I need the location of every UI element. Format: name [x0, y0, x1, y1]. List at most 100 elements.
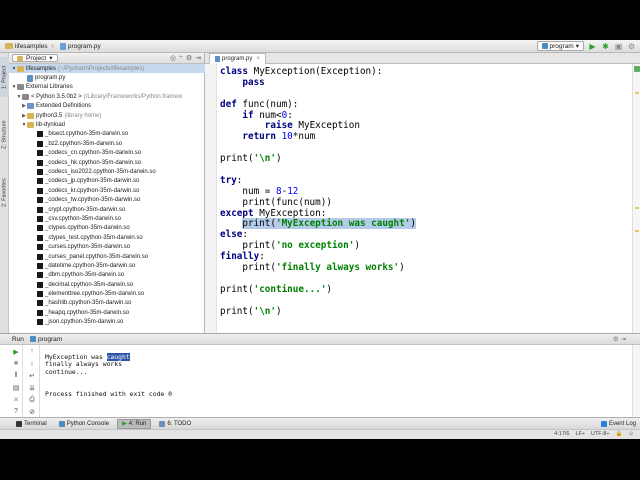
tree-item[interactable]: _datetime.cpython-35m-darwin.so	[9, 261, 205, 270]
python-console-icon	[58, 420, 65, 427]
settings-gear-icon[interactable]: ⚙	[627, 42, 636, 51]
event-log-label: Event Log	[608, 421, 636, 427]
so-icon	[37, 197, 43, 204]
tree-item[interactable]: _json.cpython-35m-darwin.so	[9, 318, 205, 327]
code-token: :	[259, 251, 265, 263]
tree-item[interactable]: _decimal.cpython-35m-darwin.so	[9, 280, 205, 289]
run-coverage-icon[interactable]: ▣	[614, 42, 623, 51]
console-output[interactable]: MyException was caught finally always wo…	[45, 353, 172, 398]
todo-button[interactable]: 6: TODO	[155, 419, 195, 429]
gear-icon[interactable]: ⚙ ⇥	[613, 335, 626, 343]
debug-bug-icon[interactable]: ✱	[601, 42, 610, 51]
tree-item[interactable]: _bz2.cpython-35m-darwin.so	[9, 139, 205, 148]
so-icon	[37, 159, 43, 166]
pycharm-window: lifesamples › program.py program ▾ ▶ ✱ ▣…	[0, 40, 640, 439]
tree-item-label: External Libraries	[26, 84, 73, 91]
line-separator[interactable]: LF÷	[575, 431, 584, 437]
python-console-button[interactable]: Python Console	[55, 419, 113, 429]
terminal-button[interactable]: Terminal	[12, 419, 51, 429]
editor-scrollbar[interactable]	[632, 64, 640, 333]
close-icon[interactable]: ×	[256, 56, 260, 62]
caret-position[interactable]: 4:17/6	[554, 431, 569, 437]
tree-item[interactable]: _codecs_jp.cpython-35m-darwin.so	[9, 177, 205, 186]
tree-item[interactable]: ▼ lifesamples (~/PycharmProjects/lifesampl…	[9, 64, 205, 74]
tab-project[interactable]: 1: Project	[0, 57, 9, 97]
down-arrow-icon[interactable]: ↓	[27, 359, 37, 368]
editor-tab-program[interactable]: program.py ×	[209, 53, 266, 64]
tree-item[interactable]: _ctypes.cpython-35m-darwin.so	[9, 224, 205, 233]
tree-item[interactable]: _dbm.cpython-35m-darwin.so	[9, 271, 205, 280]
code-token: '\n'	[253, 305, 276, 317]
inspector-icon[interactable]: ☺	[628, 431, 634, 437]
scrollbar-marker	[635, 230, 639, 232]
code-token: )	[399, 262, 405, 274]
tree-item[interactable]: _curses_panel.cpython-35m-darwin.so	[9, 252, 205, 261]
project-view-dropdown[interactable]: Project ▾	[12, 54, 58, 62]
run-configuration-dropdown[interactable]: program ▾	[536, 41, 584, 51]
console-scrollbar[interactable]	[632, 345, 640, 418]
tree-item[interactable]: program.py	[9, 73, 205, 82]
collapse-icon[interactable]: ÷	[179, 54, 183, 62]
tree-item[interactable]: _bisect.cpython-35m-darwin.so	[9, 130, 205, 139]
tab-favorites[interactable]: 2: Favorites	[0, 171, 9, 215]
tree-item[interactable]: _elementtree.cpython-35m-darwin.so	[9, 289, 205, 298]
tree-item-path: (~/PycharmProjects/lifesamples)	[58, 65, 145, 72]
so-icon	[37, 291, 43, 298]
tree-item[interactable]: _codecs_kr.cpython-35m-darwin.so	[9, 186, 205, 195]
so-icon	[37, 150, 43, 157]
run-button[interactable]: ▶ 4: Run	[117, 418, 152, 429]
tree-item[interactable]: _crypt.cpython-35m-darwin.so	[9, 205, 205, 214]
help-icon[interactable]: ?	[11, 407, 21, 416]
file-encoding[interactable]: UTF-8÷	[591, 431, 610, 437]
tree-item[interactable]: _curses.cpython-35m-darwin.so	[9, 242, 205, 251]
tree-item-label: lib-dynload	[36, 122, 66, 129]
tree-item[interactable]: _codecs_iso2022.cpython-35m-darwin.so	[9, 167, 205, 176]
pause-icon[interactable]: ‖	[11, 371, 21, 380]
up-arrow-icon[interactable]: ↑	[27, 347, 37, 356]
run-tool-window: Run program ⚙ ⇥ ▶ ■ ‖ ▤ ✕ ? ↑ ↓ ↵ ⇊ ⎙ ⊘ …	[0, 333, 640, 418]
tree-item[interactable]: ▶ Extended Definitions	[9, 102, 205, 111]
scroll-to-end-icon[interactable]: ⇊	[27, 383, 37, 392]
tree-item[interactable]: ▶ python3.5 (library home)	[9, 111, 205, 120]
lock-icon[interactable]: 🔒	[616, 431, 623, 437]
tree-item[interactable]: ▼ External Libraries	[9, 83, 205, 92]
tree-item[interactable]: _hashlib.cpython-35m-darwin.so	[9, 299, 205, 308]
breadcrumb-file[interactable]: program.py	[57, 41, 104, 52]
code-token: :	[287, 109, 293, 121]
tree-item-label: _codecs_jp.cpython-35m-darwin.so	[45, 178, 140, 185]
code-line: return 10*num	[220, 131, 416, 143]
print-icon[interactable]: ⎙	[27, 395, 37, 404]
tree-item[interactable]: _codecs_tw.cpython-35m-darwin.so	[9, 195, 205, 204]
run-play-icon[interactable]: ▶	[588, 42, 597, 51]
so-icon	[37, 206, 43, 213]
close-icon[interactable]: ✕	[11, 395, 21, 404]
stop-icon[interactable]: ■	[11, 359, 21, 368]
tree-item[interactable]: _codecs_cn.cpython-35m-darwin.so	[9, 149, 205, 158]
event-log-icon	[600, 421, 607, 427]
code-token: MyException	[298, 120, 360, 132]
hide-icon[interactable]: ⇥	[195, 54, 201, 62]
clear-icon[interactable]: ⊘	[27, 407, 37, 416]
python-console-label: Python Console	[66, 420, 110, 427]
tree-item[interactable]: _csv.cpython-35m-darwin.so	[9, 214, 205, 223]
dump-threads-icon[interactable]: ▤	[11, 383, 21, 392]
code-text[interactable]: class MyException(Exception): pass def fu…	[220, 66, 416, 317]
navigation-bar: lifesamples › program.py program ▾ ▶ ✱ ▣…	[0, 40, 640, 53]
rerun-icon[interactable]: ▶	[11, 347, 21, 356]
run-tab-program[interactable]: program	[29, 336, 62, 343]
tree-item[interactable]: _heapq.cpython-35m-darwin.so	[9, 308, 205, 317]
tree-item[interactable]: ▼ lib-dynload	[9, 120, 205, 129]
code-token: )	[275, 305, 282, 317]
soft-wrap-icon[interactable]: ↵	[27, 371, 37, 380]
tree-item[interactable]: ▼ < Python 3.5.0b2 > (/Library/Frameworks/…	[9, 92, 205, 101]
breadcrumb-project[interactable]: lifesamples	[2, 41, 51, 52]
tree-item-label: lifesamples	[26, 65, 57, 72]
chevron-down-icon: ▾	[575, 43, 579, 50]
tree-item[interactable]: _ctypes_test.cpython-35m-darwin.so	[9, 233, 205, 242]
tab-structure[interactable]: Z: Structure	[0, 113, 9, 157]
code-token: print(	[220, 305, 254, 317]
gear-icon[interactable]: ⚙	[186, 54, 192, 62]
tree-item[interactable]: _codecs_hk.cpython-35m-darwin.so	[9, 158, 205, 167]
sync-icon[interactable]: ◎	[170, 54, 176, 62]
